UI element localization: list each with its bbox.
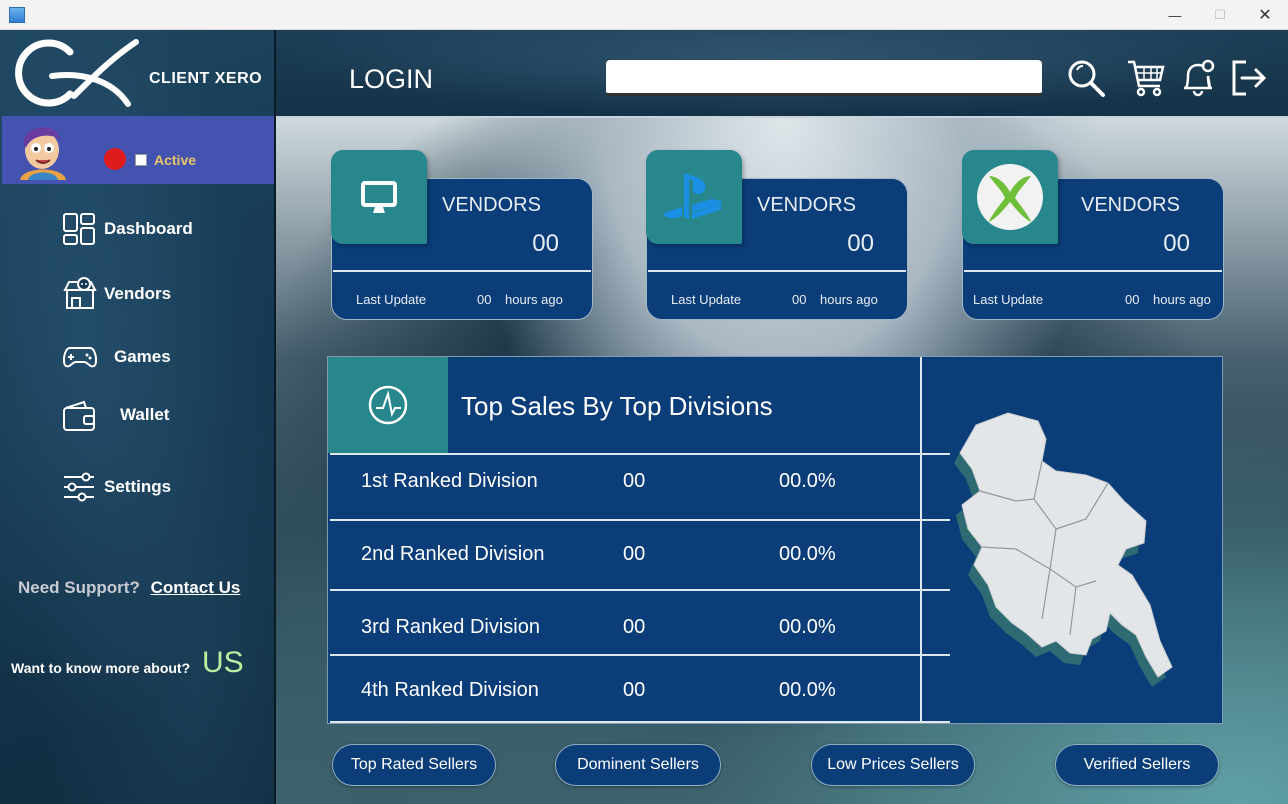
xbox-icon [977,164,1043,230]
main-content: VENDORS 00 Last Update 00 hours ago VEND… [276,118,1288,804]
search-input[interactable] [606,60,1042,96]
top-rated-sellers-button[interactable]: Top Rated Sellers [332,744,496,786]
minimize-button[interactable]: — [1152,0,1198,30]
division-percent: 00.0% [779,543,836,565]
card-label: VENDORS [757,194,856,216]
division-percent: 00.0% [779,616,836,638]
gamepad-icon [62,347,98,368]
row-divider [330,721,950,723]
division-name: 4th Ranked Division [361,679,539,701]
sales-title: Top Sales By Top Divisions [461,391,773,421]
wallet-icon [63,400,95,431]
sales-icon-tile [328,357,448,453]
sliders-icon [64,472,94,502]
card-label: VENDORS [1081,194,1180,216]
sidebar-item-label: Vendors [104,284,172,303]
division-name: 1st Ranked Division [361,470,538,492]
vendor-card-xbox[interactable]: VENDORS 00 Last Update 00 hours ago [962,150,1224,320]
last-update-label: Last Update [356,292,427,307]
support-section: Need Support? Contact Us [18,578,240,598]
row-divider [330,589,950,591]
close-button[interactable]: ✕ [1242,0,1288,30]
row-divider [330,519,950,521]
card-label: VENDORS [442,194,541,216]
card-count: 00 [1163,230,1190,257]
sidebar-item-dashboard[interactable]: Dashboard [62,212,193,246]
division-map [954,412,1173,687]
vendor-card-pc[interactable]: VENDORS 00 Last Update 00 hours ago [331,150,593,320]
hours-ago-label: hours ago [820,292,878,307]
card-divider [333,270,591,272]
division-name: 2nd Ranked Division [361,543,545,565]
card-icon-tile [962,150,1058,244]
hours-ago-label: hours ago [1153,292,1211,307]
last-update-label: Last Update [671,292,742,307]
sidebar-item-vendors[interactable]: Vendors [62,276,171,312]
logout-icon[interactable] [1228,58,1268,98]
active-checkbox[interactable] [135,154,147,166]
division-count: 00 [623,543,646,565]
analytics-icon [368,385,408,425]
division-count: 00 [623,616,646,638]
status-indicator [104,148,126,170]
sidebar-item-wallet[interactable]: Wallet [62,398,169,432]
division-percent: 00.0% [779,470,836,492]
brand-name: CLIENT XERO [149,70,263,87]
last-update-label: Last Update [973,292,1044,307]
low-prices-sellers-button[interactable]: Low Prices Sellers [811,744,975,786]
hours-value: 00 [1125,292,1140,307]
hours-value: 00 [792,292,807,307]
card-count: 00 [847,230,874,257]
avatar[interactable] [12,118,74,180]
division-name: 3rd Ranked Division [361,616,540,638]
top-sales-panel: Top Sales By Top Divisions 1st Ranked Di… [327,356,1223,724]
search-icon[interactable] [1066,58,1106,98]
profile-bar: Active [2,116,274,184]
sidebar: CLIENT XERO Active Dashboard Vendors Gam… [0,30,276,804]
support-text: Need Support? [18,578,140,597]
store-icon [63,277,97,309]
header: LOGIN [276,30,1288,118]
window-titlebar: — ☐ ✕ [0,0,1288,30]
card-icon-tile [331,150,427,244]
sidebar-item-label: Settings [104,477,172,496]
hours-ago-label: hours ago [505,292,563,307]
cx-logo [15,39,139,107]
division-count: 00 [623,470,646,492]
dashboard-icon [63,213,95,245]
cart-icon[interactable] [1126,58,1166,98]
division-percent: 00.0% [779,679,836,701]
verified-sellers-button[interactable]: Verified Sellers [1055,744,1219,786]
page-title: LOGIN [349,64,434,94]
sidebar-item-label: Wallet [120,405,170,424]
status-label: Active [154,152,197,168]
contact-us-link[interactable]: Contact Us [151,578,241,597]
row-divider [330,453,950,455]
app-icon [9,7,25,23]
maximize-button[interactable]: ☐ [1197,0,1243,30]
vendor-card-playstation[interactable]: VENDORS 00 Last Update 00 hours ago [646,150,908,320]
monitor-icon [361,181,397,213]
card-count: 00 [532,230,559,257]
know-more-text: Want to know more about? [11,660,191,676]
sidebar-item-label: Dashboard [104,219,193,238]
about-us-link[interactable]: US [202,646,244,680]
sidebar-item-label: Games [114,347,171,366]
card-divider [964,270,1222,272]
sidebar-item-settings[interactable]: Settings [62,470,171,504]
row-divider [330,654,950,656]
sidebar-item-games[interactable]: Games [62,344,171,370]
hours-value: 00 [477,292,492,307]
dominent-sellers-button[interactable]: Dominent Sellers [555,744,721,786]
card-divider [648,270,906,272]
playstation-icon [663,173,722,219]
bell-icon[interactable] [1178,58,1218,98]
panel-divider [920,357,922,723]
card-icon-tile [646,150,742,244]
division-count: 00 [623,679,646,701]
